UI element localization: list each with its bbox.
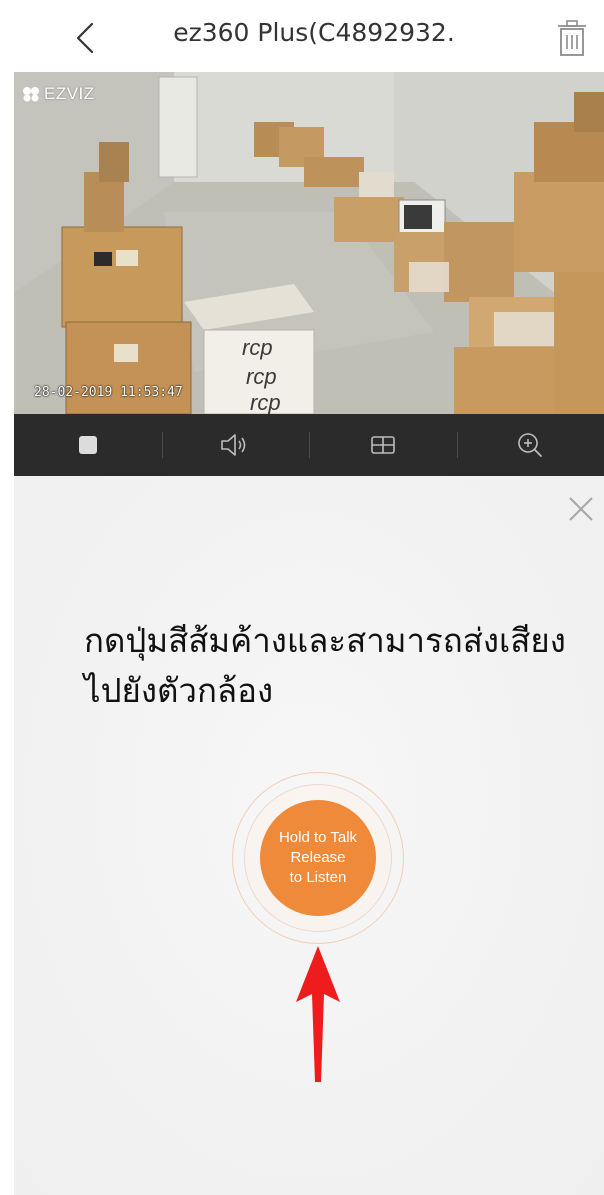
delete-button[interactable] — [552, 16, 592, 60]
stop-icon — [78, 436, 97, 454]
talk-instruction: กดปุ่มสีส้มค้างและสามารถส่งเสียง ไปยังตั… — [84, 616, 584, 716]
camera-live-view[interactable]: rcp rcp rcp EZVIZ 28-02-2019 11:53:47 — [14, 72, 604, 414]
video-timestamp: 28-02-2019 11:53:47 — [34, 385, 183, 400]
top-nav-bar: ez360 Plus(C4892932. — [14, 0, 604, 72]
zoom-button[interactable] — [456, 414, 604, 476]
warehouse-scene: rcp rcp rcp — [14, 72, 604, 414]
hold-to-talk-button[interactable]: Hold to Talk Release to Listen — [260, 800, 376, 916]
watermark-text: EZVIZ — [44, 84, 95, 103]
speaker-icon — [221, 434, 246, 456]
ezviz-watermark: EZVIZ — [22, 84, 95, 104]
sound-button[interactable] — [161, 414, 310, 476]
device-title: ez360 Plus(C4892932. — [173, 18, 455, 47]
app-frame: ez360 Plus(C4892932. rcp rcp rcp EZVIZ 2… — [14, 0, 604, 1195]
quality-button[interactable] — [309, 414, 457, 476]
close-button[interactable] — [566, 494, 596, 524]
quality-icon — [370, 436, 395, 454]
stop-button[interactable] — [14, 414, 162, 476]
svg-text:rcp: rcp — [242, 335, 273, 360]
close-icon — [569, 497, 593, 521]
playback-control-bar — [14, 414, 604, 476]
svg-text:rcp: rcp — [246, 364, 277, 389]
zoom-in-icon — [518, 433, 543, 457]
ezviz-logo-icon — [23, 87, 39, 102]
talk-button-line-2: Release — [290, 849, 346, 866]
talk-button-line-1: Hold to Talk — [278, 829, 358, 846]
chevron-left-icon — [76, 22, 94, 54]
instruction-line-1: กดปุ่มสีส้มค้างและสามารถส่งเสียง — [84, 621, 566, 660]
red-arrow-up-icon — [296, 946, 340, 1082]
instruction-line-2: ไปยังตัวกล้อง — [84, 671, 274, 710]
svg-text:rcp: rcp — [250, 390, 281, 414]
trash-icon — [558, 20, 586, 56]
back-button[interactable] — [66, 16, 106, 60]
talk-button-line-3: to Listen — [289, 869, 347, 886]
talk-panel: กดปุ่มสีส้มค้างและสามารถส่งเสียง ไปยังตั… — [14, 476, 604, 1195]
